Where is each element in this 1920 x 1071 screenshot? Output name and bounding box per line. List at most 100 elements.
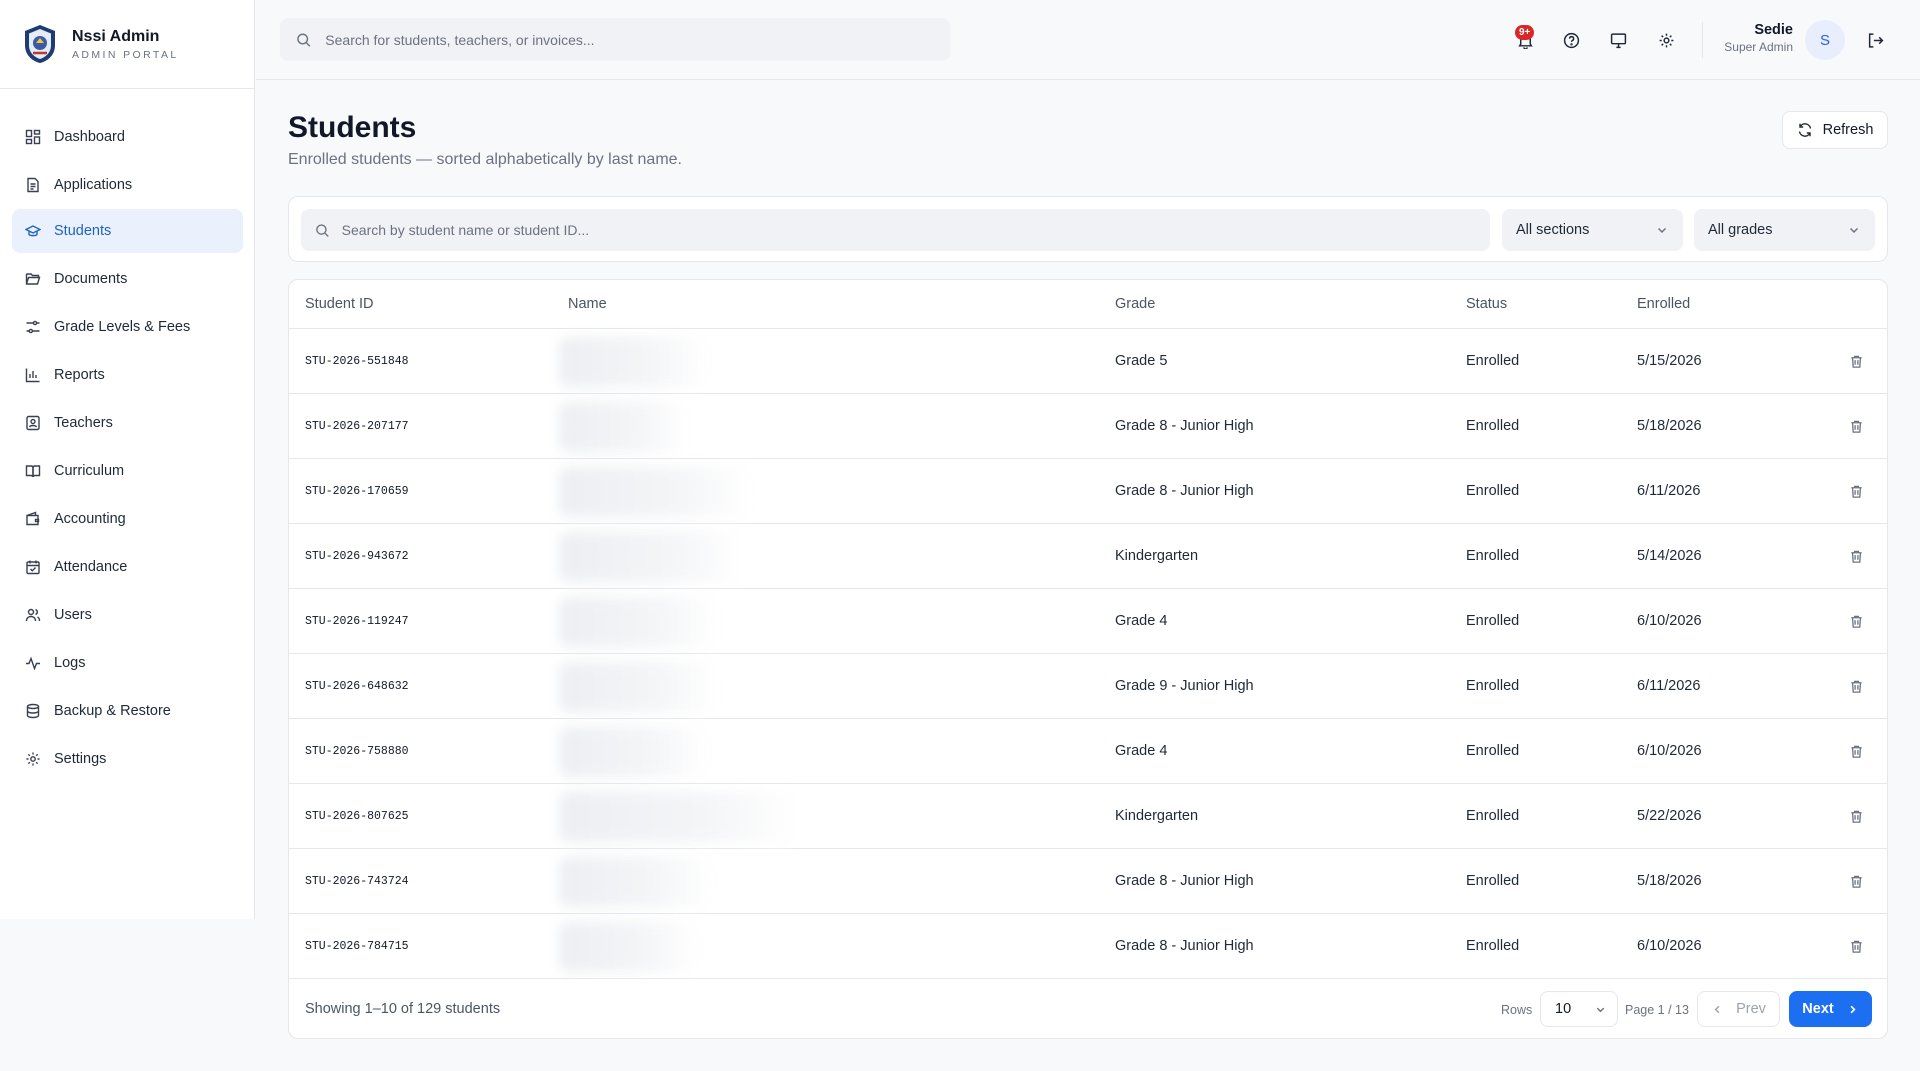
sidebar-item-teachers[interactable]: Teachers [12,401,243,445]
delete-button[interactable] [1846,806,1866,826]
avatar[interactable]: S [1805,20,1845,60]
grade-select[interactable]: All grades [1694,209,1875,251]
activity-icon [26,656,40,671]
chevron-right-icon [1850,1005,1856,1013]
delete-button[interactable] [1846,936,1866,956]
trash-icon [1850,940,1862,953]
trash-icon [1850,550,1862,563]
column-header-enrolled[interactable]: Enrolled [1637,296,1690,312]
status-cell: Enrolled [1466,873,1520,889]
grade-cell: Grade 8 - Junior High [1115,418,1254,434]
sidebar-item-reports[interactable]: Reports [12,353,243,397]
enrolled-date-cell: 5/15/2026 [1637,353,1702,369]
sidebar-item-label: Grade Levels & Fees [54,319,191,335]
sidebar-item-logs[interactable]: Logs [12,641,243,685]
status-cell: Enrolled [1466,613,1520,629]
section-select[interactable]: All sections [1502,209,1683,251]
delete-button[interactable] [1846,741,1866,761]
table-row[interactable]: STU-2026-758880 Grade 4 Enrolled 6/10/2026 [289,719,1887,784]
sidebar-item-backup-restore[interactable]: Backup & Restore [12,689,243,733]
table-row[interactable]: STU-2026-170659 Grade 8 - Junior High Enro… [289,459,1887,524]
prev-page-button[interactable]: Prev [1697,991,1780,1027]
table-row[interactable]: STU-2026-648632 Grade 9 - Junior High Enro… [289,654,1887,719]
delete-button[interactable] [1846,611,1866,631]
student-id-cell: STU-2026-170659 [305,485,409,498]
delete-button[interactable] [1846,546,1866,566]
trash-icon [1850,680,1862,693]
grade-cell: Grade 4 [1115,613,1168,629]
global-search-input[interactable] [325,31,950,48]
student-search[interactable] [301,209,1490,251]
calendar-check-icon [26,560,40,575]
display-button[interactable] [1604,26,1632,54]
table-row[interactable]: STU-2026-743724 Grade 8 - Junior High Enro… [289,849,1887,914]
enrolled-date-cell: 6/10/2026 [1637,613,1702,629]
trash-icon [1850,745,1862,758]
chevron-down-icon [1657,227,1667,234]
global-search[interactable] [280,18,950,61]
sidebar-item-students[interactable]: Students [12,209,243,253]
sidebar-item-dashboard[interactable]: Dashboard [12,115,243,159]
table-row[interactable]: STU-2026-784715 Grade 8 - Junior High Enro… [289,914,1887,979]
enrolled-date-cell: 5/18/2026 [1637,873,1702,889]
column-header-grade[interactable]: Grade [1115,296,1155,312]
table-row[interactable]: STU-2026-551848 Grade 5 Enrolled 5/15/2026 [289,329,1887,394]
sidebar-item-label: Dashboard [54,129,125,145]
bar-chart-icon [25,368,40,383]
sidebar-item-curriculum[interactable]: Curriculum [12,449,243,493]
sidebar-item-label: Settings [54,751,107,767]
sidebar-item-users[interactable]: Users [12,593,243,637]
logout-button[interactable] [1861,26,1889,54]
column-header-student-id[interactable]: Student ID [305,296,374,312]
user-name: Sedie [1754,22,1793,38]
book-open-icon [25,465,41,478]
table-row[interactable]: STU-2026-119247 Grade 4 Enrolled 6/10/2026 [289,589,1887,654]
sidebar-item-accounting[interactable]: Accounting [12,497,243,541]
sidebar-item-label: Students [54,223,112,239]
grade-cell: Grade 8 - Junior High [1115,873,1254,889]
delete-button[interactable] [1846,871,1866,891]
delete-button[interactable] [1846,676,1866,696]
brand: Nssi Admin ADMIN PORTAL [0,0,254,89]
refresh-label: Refresh [1822,122,1874,138]
student-id-cell: STU-2026-807625 [305,810,409,823]
grade-select-value: All grades [1708,222,1773,238]
refresh-button[interactable]: Refresh [1782,111,1888,149]
sidebar-item-label: Documents [54,271,128,287]
next-page-button[interactable]: Next [1789,991,1872,1027]
user-role: Super Admin [1724,40,1793,54]
redacted-name-cell [559,467,754,517]
table-row[interactable]: STU-2026-207177 Grade 8 - Junior High Enro… [289,394,1887,459]
delete-button[interactable] [1846,481,1866,501]
page-title: Students [288,111,417,144]
sidebar-item-settings[interactable]: Settings [12,737,243,781]
column-header-status[interactable]: Status [1466,296,1507,312]
status-cell: Enrolled [1466,353,1520,369]
delete-button[interactable] [1846,416,1866,436]
student-search-input[interactable] [341,222,1490,238]
delete-button[interactable] [1846,351,1866,371]
id-card-icon [26,415,40,431]
folder-open-icon [25,273,41,285]
column-header-name[interactable]: Name [568,296,607,312]
sidebar-item-label: Users [54,607,92,623]
sidebar-item-applications[interactable]: Applications [12,163,243,207]
sidebar-item-label: Backup & Restore [54,703,171,719]
table-row[interactable]: STU-2026-807625 Kindergarten Enrolled 5/22/… [289,784,1887,849]
student-id-cell: STU-2026-551848 [305,355,409,368]
table-footer: Showing 1–10 of 129 students Rows 10 Pag… [289,978,1887,1038]
table-row[interactable]: STU-2026-943672 Kindergarten Enrolled 5/14/… [289,524,1887,589]
settings-button[interactable] [1652,26,1680,54]
sidebar-item-grade-levels-fees[interactable]: Grade Levels & Fees [12,305,243,349]
help-button[interactable] [1557,26,1585,54]
page-indicator: Page 1 / 13 [1625,1003,1689,1017]
trash-icon [1850,485,1862,498]
sidebar-item-documents[interactable]: Documents [12,257,243,301]
grade-cell: Grade 8 - Junior High [1115,938,1254,954]
redacted-name-cell [559,402,689,452]
showing-count: Showing 1–10 of 129 students [305,1001,501,1017]
chevron-down-icon [1849,227,1859,234]
student-id-cell: STU-2026-784715 [305,940,409,953]
rows-per-page-select[interactable]: 10 [1540,991,1618,1027]
sidebar-item-attendance[interactable]: Attendance [12,545,243,589]
